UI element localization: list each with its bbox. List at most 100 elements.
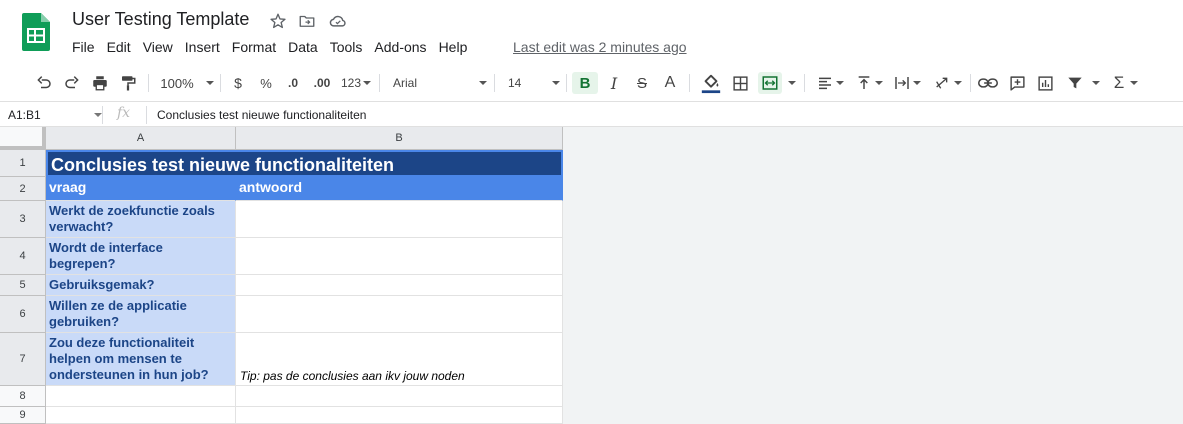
- vertical-align-icon[interactable]: [853, 72, 885, 94]
- increase-decimals-button[interactable]: .00: [310, 72, 334, 94]
- chevron-down-icon: [552, 81, 560, 85]
- zoom-value: 100%: [160, 75, 194, 91]
- font-size-value: 14: [508, 76, 522, 90]
- formula-bar-divider: [102, 106, 103, 124]
- row-header-5[interactable]: 5: [0, 275, 46, 296]
- cell-a6-question[interactable]: Willen ze de applicatie gebruiken?: [46, 296, 236, 333]
- document-title[interactable]: User Testing Template: [72, 9, 249, 30]
- row-header-6[interactable]: 6: [0, 296, 46, 333]
- insert-comment-icon[interactable]: [1007, 72, 1027, 94]
- bold-button[interactable]: B: [572, 72, 598, 94]
- borders-icon[interactable]: [731, 72, 749, 94]
- cell-a4-question[interactable]: Wordt de interface begrepen?: [46, 238, 236, 275]
- select-all-corner[interactable]: [0, 127, 46, 150]
- row-header-4[interactable]: 4: [0, 238, 46, 275]
- cell-a5-question[interactable]: Gebruiksgemak?: [46, 275, 236, 296]
- zoom-select[interactable]: 100%: [160, 72, 214, 94]
- cell-b5-answer[interactable]: [236, 275, 563, 296]
- merge-cells-button[interactable]: [758, 72, 798, 94]
- insert-link-icon[interactable]: [978, 72, 998, 94]
- cell-a2-header[interactable]: vraag: [46, 177, 236, 201]
- toolbar-divider: [220, 74, 221, 92]
- chevron-down-icon[interactable]: [94, 113, 102, 117]
- cell-b6-answer[interactable]: [236, 296, 563, 333]
- row-header-1[interactable]: 1: [0, 150, 46, 177]
- chevron-down-icon: [874, 81, 883, 85]
- chevron-down-icon: [835, 81, 844, 85]
- font-size-select[interactable]: 14: [508, 72, 560, 94]
- cell-title-a1[interactable]: Conclusies test nieuwe functionaliteiten: [46, 150, 563, 177]
- question-text: Zou deze functionaliteit helpen om mense…: [49, 335, 209, 382]
- strikethrough-button[interactable]: S: [633, 72, 651, 94]
- row-header-2[interactable]: 2: [0, 177, 46, 201]
- question-text: Werkt de zoekfunctie zoals verwacht?: [49, 203, 215, 234]
- text-wrapping-icon[interactable]: [891, 72, 923, 94]
- horizontal-align-icon[interactable]: [814, 72, 846, 94]
- percent-format-button[interactable]: %: [258, 72, 274, 94]
- insert-chart-icon[interactable]: [1035, 72, 1055, 94]
- toolbar-divider: [148, 74, 149, 92]
- currency-format-button[interactable]: $: [230, 72, 246, 94]
- sigma-icon: Σ: [1113, 73, 1125, 92]
- text-rotation-icon[interactable]: [931, 72, 963, 94]
- column-header-a[interactable]: A: [46, 127, 236, 150]
- toolbar: 100% $ % .0 .00 123 Arial 14 B I S A Σ: [0, 64, 1183, 102]
- font-family-select[interactable]: Arial: [393, 72, 487, 94]
- menu-bar: File Edit View Insert Format Data Tools …: [72, 38, 473, 56]
- chevron-down-icon: [363, 81, 372, 85]
- functions-button[interactable]: Σ: [1111, 72, 1141, 94]
- decrease-decimals-button[interactable]: .0: [284, 72, 302, 94]
- row-header-7[interactable]: 7: [0, 333, 46, 386]
- menu-add-ons[interactable]: Add-ons: [368, 38, 432, 56]
- chevron-down-icon: [788, 81, 796, 85]
- menu-file[interactable]: File: [72, 38, 101, 56]
- cell-b9[interactable]: [236, 407, 563, 424]
- more-formats-button[interactable]: 123: [339, 72, 373, 94]
- print-icon[interactable]: [90, 72, 110, 94]
- last-edit-link[interactable]: Last edit was 2 minutes ago: [513, 39, 687, 55]
- row-header-8[interactable]: 8: [0, 386, 46, 407]
- toolbar-divider: [494, 74, 495, 92]
- menu-view[interactable]: View: [137, 38, 179, 56]
- menu-edit[interactable]: Edit: [101, 38, 137, 56]
- cell-b3-answer[interactable]: [236, 201, 563, 238]
- more-formats-label: 123: [340, 76, 362, 90]
- chevron-down-icon: [1130, 81, 1139, 85]
- text-color-button[interactable]: A: [661, 72, 679, 94]
- spreadsheet-grid: A B 1 2 3 4 5 6 7 8 9 Conclusies test ni…: [0, 127, 1183, 424]
- merge-cells-icon: [758, 72, 782, 94]
- fill-color-icon[interactable]: [699, 72, 723, 94]
- chevron-down-icon: [912, 81, 921, 85]
- menu-data[interactable]: Data: [282, 38, 324, 56]
- paint-format-icon[interactable]: [118, 72, 138, 94]
- toolbar-divider: [566, 74, 567, 92]
- name-box[interactable]: A1:B1: [8, 108, 41, 122]
- cell-b8[interactable]: [236, 386, 563, 407]
- menu-format[interactable]: Format: [226, 38, 282, 56]
- star-icon[interactable]: [269, 12, 287, 30]
- menu-tools[interactable]: Tools: [324, 38, 369, 56]
- formula-bar-divider: [146, 106, 147, 124]
- cell-a3-question[interactable]: Werkt de zoekfunctie zoals verwacht?: [46, 201, 236, 238]
- chevron-down-icon: [205, 81, 214, 85]
- cell-a8[interactable]: [46, 386, 236, 407]
- italic-button[interactable]: I: [605, 72, 623, 94]
- cell-b7-tip[interactable]: Tip: pas de conclusies aan ikv jouw node…: [236, 333, 563, 386]
- filter-icon[interactable]: [1064, 72, 1102, 94]
- column-header-b[interactable]: B: [236, 127, 563, 150]
- row-header-9[interactable]: 9: [0, 407, 46, 424]
- move-folder-icon[interactable]: [298, 12, 316, 30]
- cloud-status-icon[interactable]: [328, 12, 346, 30]
- cell-a9[interactable]: [46, 407, 236, 424]
- menu-insert[interactable]: Insert: [179, 38, 226, 56]
- menu-help[interactable]: Help: [433, 38, 474, 56]
- row-header-3[interactable]: 3: [0, 201, 46, 238]
- cell-b2-header[interactable]: antwoord: [236, 177, 563, 201]
- cell-a7-question[interactable]: Zou deze functionaliteit helpen om mense…: [46, 333, 236, 386]
- formula-input[interactable]: Conclusies test nieuwe functionaliteiten: [157, 108, 366, 122]
- chevron-down-icon: [953, 81, 962, 85]
- cell-b4-answer[interactable]: [236, 238, 563, 275]
- redo-icon[interactable]: [62, 72, 82, 94]
- undo-icon[interactable]: [34, 72, 54, 94]
- sheets-logo-icon[interactable]: [22, 13, 50, 51]
